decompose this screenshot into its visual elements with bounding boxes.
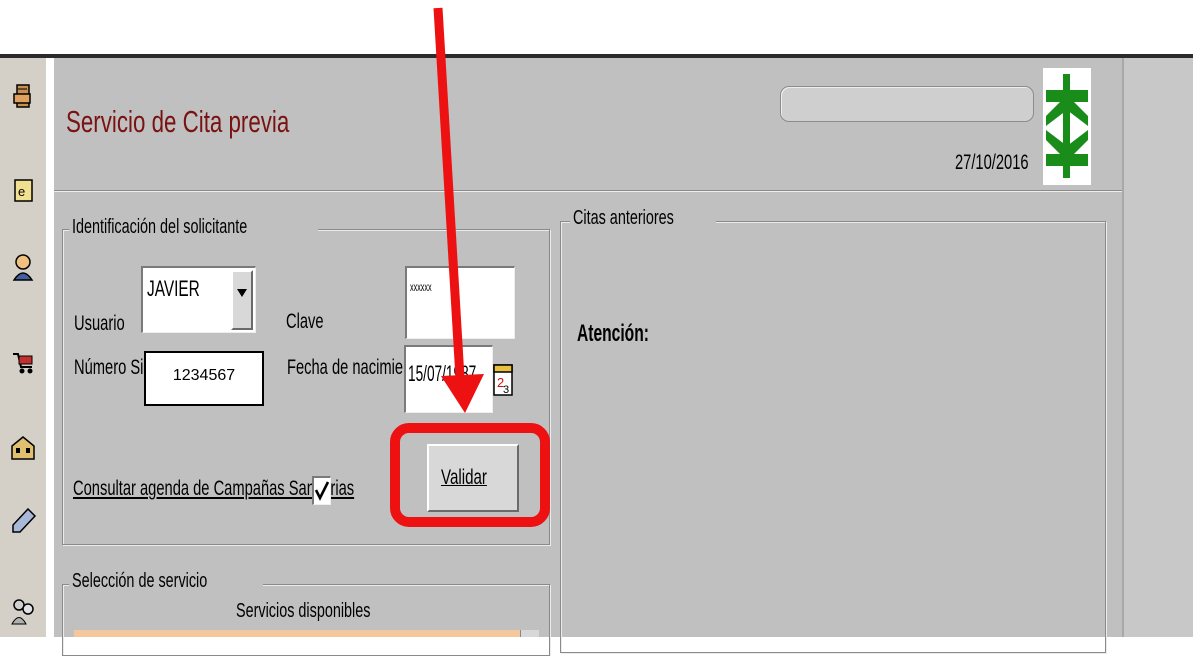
annotation-overlay [390,7,550,527]
annotation-highlight [390,423,550,527]
annotation-arrowhead [441,374,484,413]
annotation-arrow [433,7,465,379]
